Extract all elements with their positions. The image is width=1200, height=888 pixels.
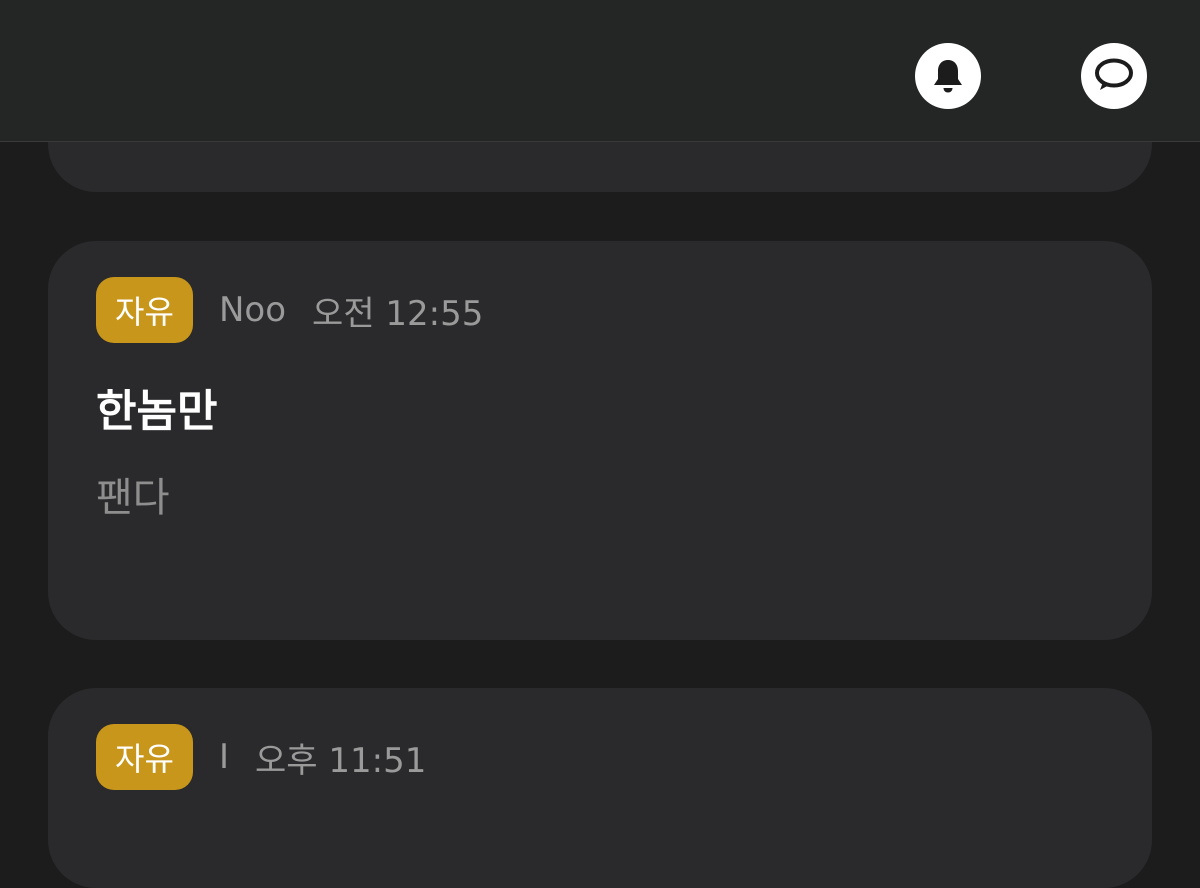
post-time: 오전 12:55	[312, 293, 484, 334]
post-body: 팬다	[96, 475, 170, 521]
post-meta: 자유 I 오후 11:51	[96, 724, 426, 790]
messages-button[interactable]	[1081, 43, 1147, 109]
post-title: 한놈만	[96, 386, 218, 437]
post-card[interactable]: 자유 Noo 오전 12:55 한놈만 팬다	[48, 241, 1152, 640]
post-card[interactable]: 자유 I 오후 11:51	[48, 688, 1152, 888]
post-author: I	[219, 737, 230, 777]
category-badge: 자유	[96, 277, 193, 343]
post-meta: 자유 Noo 오전 12:55	[96, 277, 483, 343]
bell-icon	[934, 60, 962, 93]
post-author: Noo	[219, 290, 287, 330]
category-badge: 자유	[96, 724, 193, 790]
chat-bubble-icon	[1095, 58, 1133, 90]
top-bar	[0, 0, 1200, 142]
notifications-button[interactable]	[915, 43, 981, 109]
post-time: 오후 11:51	[255, 740, 427, 781]
